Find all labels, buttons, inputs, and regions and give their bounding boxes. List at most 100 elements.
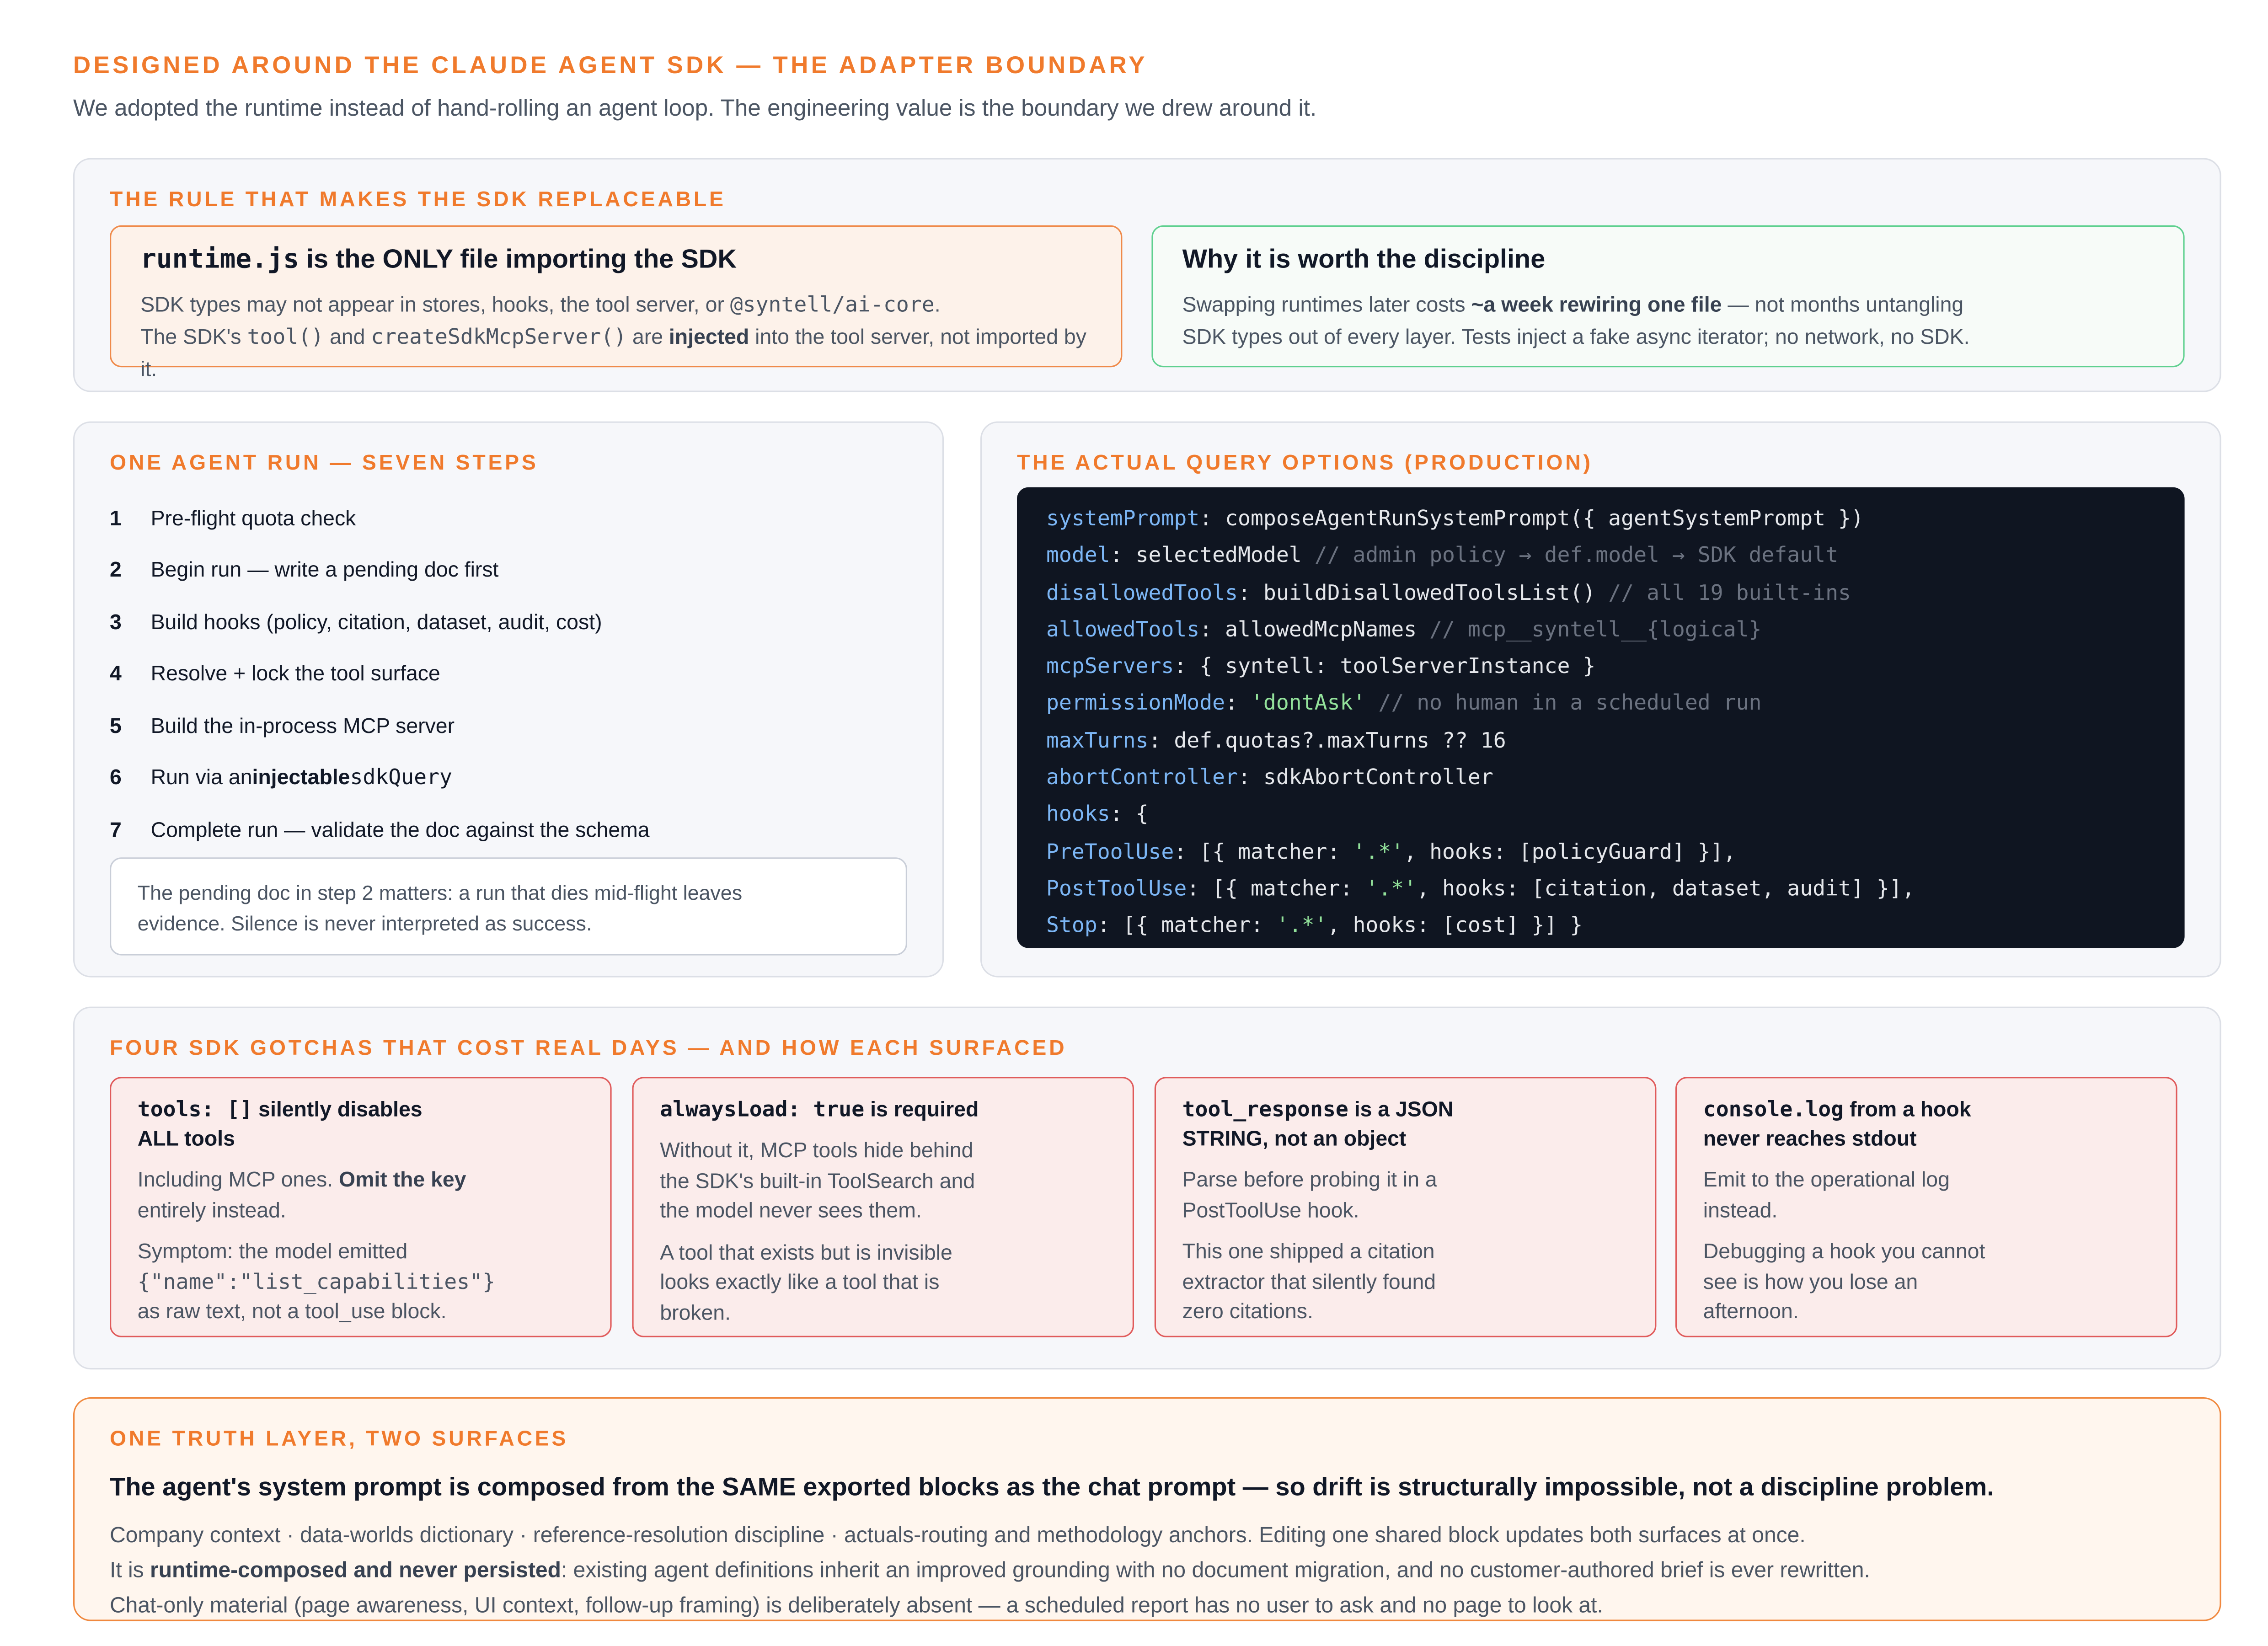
code-option-key: PreToolUse [1046, 840, 1174, 865]
gotcha-text: Including MCP ones. [137, 1169, 339, 1192]
injectable-emphasis: injectable [252, 767, 350, 791]
code-text: : composeAgentRunSystemPrompt({ agentSys… [1199, 508, 1864, 531]
code-string: '.*' [1353, 840, 1404, 865]
rule-line-2: The SDK's tool() and createSdkMcpServer(… [140, 322, 1091, 386]
gotcha-text: Without it, MCP tools hide behind [660, 1139, 974, 1163]
code-line: allowedTools: allowedMcpNames // mcp__sy… [1046, 613, 2156, 650]
code-line: hooks: { [1046, 798, 2156, 835]
truth-body: Company context · data-worlds dictionary… [110, 1519, 1870, 1624]
step-text: Begin run — write a pending doc first [150, 559, 499, 583]
step-number: 1 [110, 507, 122, 531]
step-text: Build the in-process MCP server [150, 715, 455, 739]
gotcha-text: looks exactly like a tool that is [660, 1271, 940, 1295]
code-text: : [1225, 693, 1251, 716]
discipline-line-1-end: — not months untangling [1722, 294, 1964, 318]
gotcha-paragraph: A tool that exists but is invisible looks… [660, 1239, 1040, 1329]
create-server-code: createSdkMcpServer() [371, 326, 627, 350]
gotcha-paragraph: Including MCP ones. Omit the key entirely… [138, 1166, 518, 1226]
tool-response-code: tool_response [1182, 1099, 1348, 1122]
raw-json-code: {"name":"list_capabilities"} [137, 1271, 495, 1294]
always-load-code: alwaysLoad: true [660, 1099, 865, 1122]
code-line: PostToolUse: [{ matcher: '.*', hooks: [c… [1046, 872, 2156, 909]
code-option-key: permissionMode [1046, 693, 1225, 716]
truth-line-3: Chat-only material (page awareness, UI c… [110, 1593, 1603, 1619]
step-item: 5 Build the in-process MCP server [110, 701, 900, 753]
gotcha-title-line-2: ALL tools [137, 1128, 235, 1152]
code-text: : { [1110, 804, 1149, 828]
code-text: : allowedMcpNames [1199, 619, 1430, 642]
gotcha-text: extractor that silently found [1182, 1271, 1436, 1294]
step-number: 6 [110, 767, 122, 791]
code-option-key: systemPrompt [1046, 508, 1200, 531]
code-text: : [{ matcher: [1097, 914, 1276, 939]
gotcha-text: PostToolUse hook. [1182, 1199, 1359, 1223]
gotcha-title: console.log from a hook never reaches std… [1703, 1096, 2128, 1154]
code-line: mcpServers: { syntell: toolServerInstanc… [1046, 650, 2156, 687]
gotcha-text: the SDK's built-in ToolSearch and [660, 1170, 975, 1193]
code-comment: // all 19 built-ins [1608, 582, 1851, 605]
rule-line-1-end: . [934, 294, 941, 318]
runtime-composed-emphasis: runtime-composed and never persisted [150, 1558, 561, 1583]
step-item: 3 Build hooks (policy, citation, dataset,… [110, 597, 900, 649]
runtime-file-code: runtime.js [140, 244, 299, 275]
sdk-query-code: sdkQuery [350, 767, 453, 791]
code-option-key: disallowedTools [1046, 582, 1238, 605]
rule-line-2-and: and [324, 326, 371, 350]
code-text: : buildDisallowedToolsList() [1238, 582, 1609, 605]
code-string: '.*' [1365, 877, 1417, 902]
code-string: 'dontAsk' [1251, 693, 1366, 716]
code-option-key: PostToolUse [1046, 877, 1187, 902]
gotcha-card: tool_response is a JSON STRING, not an ob… [1154, 1077, 1657, 1337]
page: DESIGNED AROUND THE CLAUDE AGENT SDK — T… [0, 0, 2268, 1646]
run-heading: ONE AGENT RUN — SEVEN STEPS [110, 452, 539, 476]
code-option-key: hooks [1046, 804, 1110, 828]
gotcha-card: tools: [] silently disables ALL tools Inc… [110, 1077, 612, 1337]
step-text: Complete run — validate the doc against … [150, 819, 650, 843]
code-line: permissionMode: 'dontAsk' // no human in… [1046, 687, 2156, 724]
gotcha-title-line-2: STRING, not an object [1182, 1128, 1407, 1152]
gotcha-text: zero citations. [1182, 1300, 1313, 1324]
gotcha-text: broken. [660, 1301, 731, 1325]
truth-line-2: It is runtime-composed and never persist… [110, 1554, 1870, 1589]
discipline-body: Swapping runtimes later costs ~a week re… [1182, 290, 2154, 354]
code-option-key: Stop [1046, 914, 1097, 939]
truth-line-2-text: It is [110, 1558, 150, 1583]
step-item: 6 Run via an injectable sdkQuery [110, 753, 900, 805]
code-text: : { syntell: toolServerInstance } [1174, 656, 1596, 679]
step-text: Run via an [150, 767, 252, 791]
gotcha-text: Symptom: the model emitted [137, 1240, 408, 1264]
discipline-title: Why it is worth the discipline [1182, 244, 1546, 274]
step-text: Pre-flight quota check [150, 507, 356, 531]
gotcha-title-text: silently disables [252, 1099, 423, 1122]
gotcha-text: Debugging a hook you cannot [1703, 1240, 1985, 1264]
rule-line-2-are: are [626, 326, 669, 350]
gotcha-paragraph: Emit to the operational log instead. [1703, 1166, 2084, 1226]
code-line: model: selectedModel // admin policy → d… [1046, 539, 2156, 576]
code-comment: // mcp__syntell__{logical} [1429, 619, 1762, 642]
page-title: DESIGNED AROUND THE CLAUDE AGENT SDK — T… [73, 53, 1148, 79]
gotcha-text: afternoon. [1703, 1300, 1799, 1324]
code-line: disallowedTools: buildDisallowedToolsLis… [1046, 576, 2156, 613]
code-line: abortController: sdkAbortController [1046, 761, 2156, 798]
note-line-1: The pending doc in step 2 matters: a run… [137, 881, 743, 904]
injected-emphasis: injected [669, 326, 749, 350]
step-item: 7 Complete run — validate the doc against… [110, 805, 900, 857]
gotcha-title-text: is required [864, 1099, 979, 1122]
rule-card-body: SDK types may not appear in stores, hook… [140, 290, 1091, 386]
code-line: PreToolUse: [{ matcher: '.*', hooks: [po… [1046, 835, 2156, 872]
gotchas-panel: FOUR SDK GOTCHAS THAT COST REAL DAYS — A… [73, 1006, 2221, 1370]
code-text: : def.quotas?.maxTurns ?? 16 [1148, 730, 1506, 754]
gotcha-paragraph: Symptom: the model emitted {"name":"list_… [138, 1238, 518, 1328]
rule-card-title: runtime.js is the ONLY file importing th… [140, 244, 1091, 275]
tool-fn-code: tool() [247, 326, 324, 350]
query-heading: THE ACTUAL QUERY OPTIONS (PRODUCTION) [1017, 452, 1593, 476]
code-option-key: model [1046, 545, 1110, 568]
gotcha-title-line-2: never reaches stdout [1703, 1128, 1917, 1152]
rule-heading: THE RULE THAT MAKES THE SDK REPLACEABLE [110, 188, 726, 212]
step-number: 2 [110, 559, 122, 583]
step-number: 5 [110, 715, 122, 739]
rule-panel: THE RULE THAT MAKES THE SDK REPLACEABLE … [73, 158, 2221, 392]
code-text: : [{ matcher: [1187, 877, 1366, 902]
rule-card: runtime.js is the ONLY file importing th… [110, 225, 1123, 382]
truth-line-1: Company context · data-worlds dictionary… [110, 1523, 1806, 1548]
